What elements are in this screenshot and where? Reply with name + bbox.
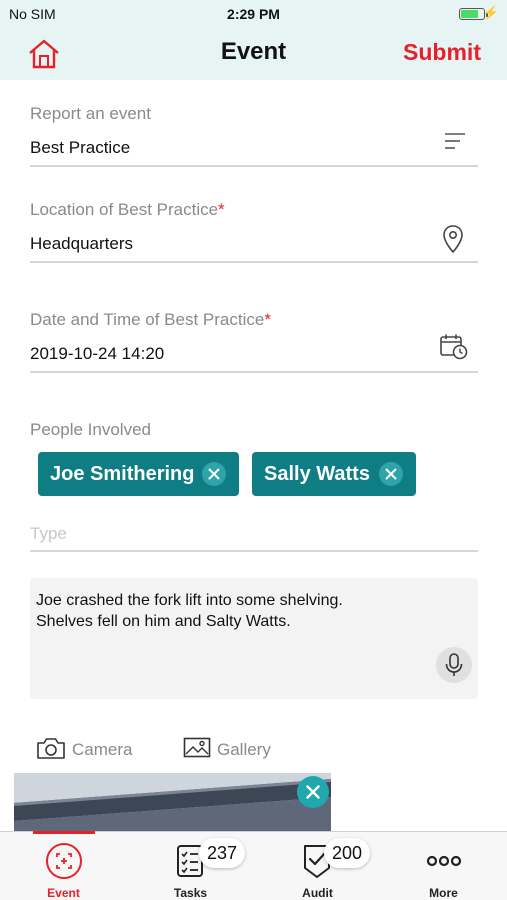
datetime-label: Date and Time of Best Practice* — [30, 310, 271, 330]
tasks-count-badge: 237 — [199, 838, 246, 868]
datetime-label-text: Date and Time of Best Practice — [30, 310, 265, 329]
close-icon — [385, 468, 397, 480]
nav-bar: Event Submit — [0, 28, 507, 80]
tab-audit[interactable]: 200 Audit — [254, 832, 381, 900]
charging-bolt-icon: ⚡ — [482, 5, 499, 20]
remove-person-button[interactable] — [202, 462, 226, 486]
person-chip-label: Joe Smithering — [50, 463, 195, 485]
datetime-underline — [30, 371, 478, 373]
location-input[interactable]: Headquarters — [30, 234, 133, 254]
location-label-text: Location of Best Practice — [30, 200, 219, 219]
battery-level — [461, 10, 478, 18]
calendar-clock-icon[interactable] — [439, 333, 469, 361]
tab-tasks[interactable]: 237 Tasks — [127, 832, 254, 900]
location-pin-icon[interactable] — [441, 224, 465, 254]
tab-label: Tasks — [173, 886, 208, 900]
more-dots-icon — [426, 855, 462, 867]
microphone-icon — [445, 653, 463, 676]
notes-textarea[interactable]: Joe crashed the fork lift into some shel… — [30, 578, 478, 699]
photo-thumbnail — [14, 773, 331, 835]
gallery-icon — [183, 737, 211, 758]
remove-photo-button[interactable] — [297, 776, 329, 808]
clock: 2:29 PM — [227, 6, 280, 22]
people-label: People Involved — [30, 420, 151, 439]
required-mark: * — [264, 310, 271, 329]
voice-input-button[interactable] — [436, 647, 472, 683]
tab-bar: Event 237 Tasks 200 Audit More — [0, 831, 507, 900]
status-bar: No SIM 2:29 PM ⚡ — [0, 0, 507, 28]
event-scan-icon — [46, 843, 82, 879]
person-chip: Joe Smithering — [38, 452, 239, 496]
gallery-label: Gallery — [217, 740, 271, 759]
report-event-select[interactable]: Best Practice — [30, 138, 130, 158]
filter-lines-icon[interactable] — [443, 131, 467, 151]
notes-text: Joe crashed the fork lift into some shel… — [36, 592, 343, 630]
tab-label: Event — [47, 886, 80, 900]
location-underline — [30, 261, 478, 263]
people-type-input[interactable]: Type — [30, 524, 67, 544]
person-chip-label: Sally Watts — [264, 463, 370, 485]
required-mark: * — [218, 200, 225, 219]
battery-icon — [459, 8, 488, 20]
tab-more[interactable]: More — [380, 832, 507, 900]
audit-count-badge: 200 — [324, 838, 371, 868]
people-type-underline — [30, 550, 478, 552]
submit-button[interactable]: Submit — [403, 39, 481, 66]
tab-label: More — [429, 886, 458, 900]
location-label: Location of Best Practice* — [30, 200, 225, 220]
remove-person-button[interactable] — [379, 462, 403, 486]
camera-icon — [37, 738, 65, 759]
report-event-underline — [30, 165, 478, 167]
camera-button[interactable]: Camera — [36, 736, 136, 762]
tab-event[interactable]: Event — [0, 832, 127, 900]
attached-photo[interactable] — [14, 773, 331, 835]
tab-label: Audit — [302, 886, 333, 900]
gallery-button[interactable]: Gallery — [183, 736, 283, 762]
camera-label: Camera — [72, 740, 133, 759]
person-chip: Sally Watts — [252, 452, 416, 496]
close-icon — [306, 785, 320, 799]
close-icon — [208, 468, 220, 480]
report-event-label: Report an event — [30, 104, 151, 123]
datetime-input[interactable]: 2019-10-24 14:20 — [30, 344, 164, 364]
